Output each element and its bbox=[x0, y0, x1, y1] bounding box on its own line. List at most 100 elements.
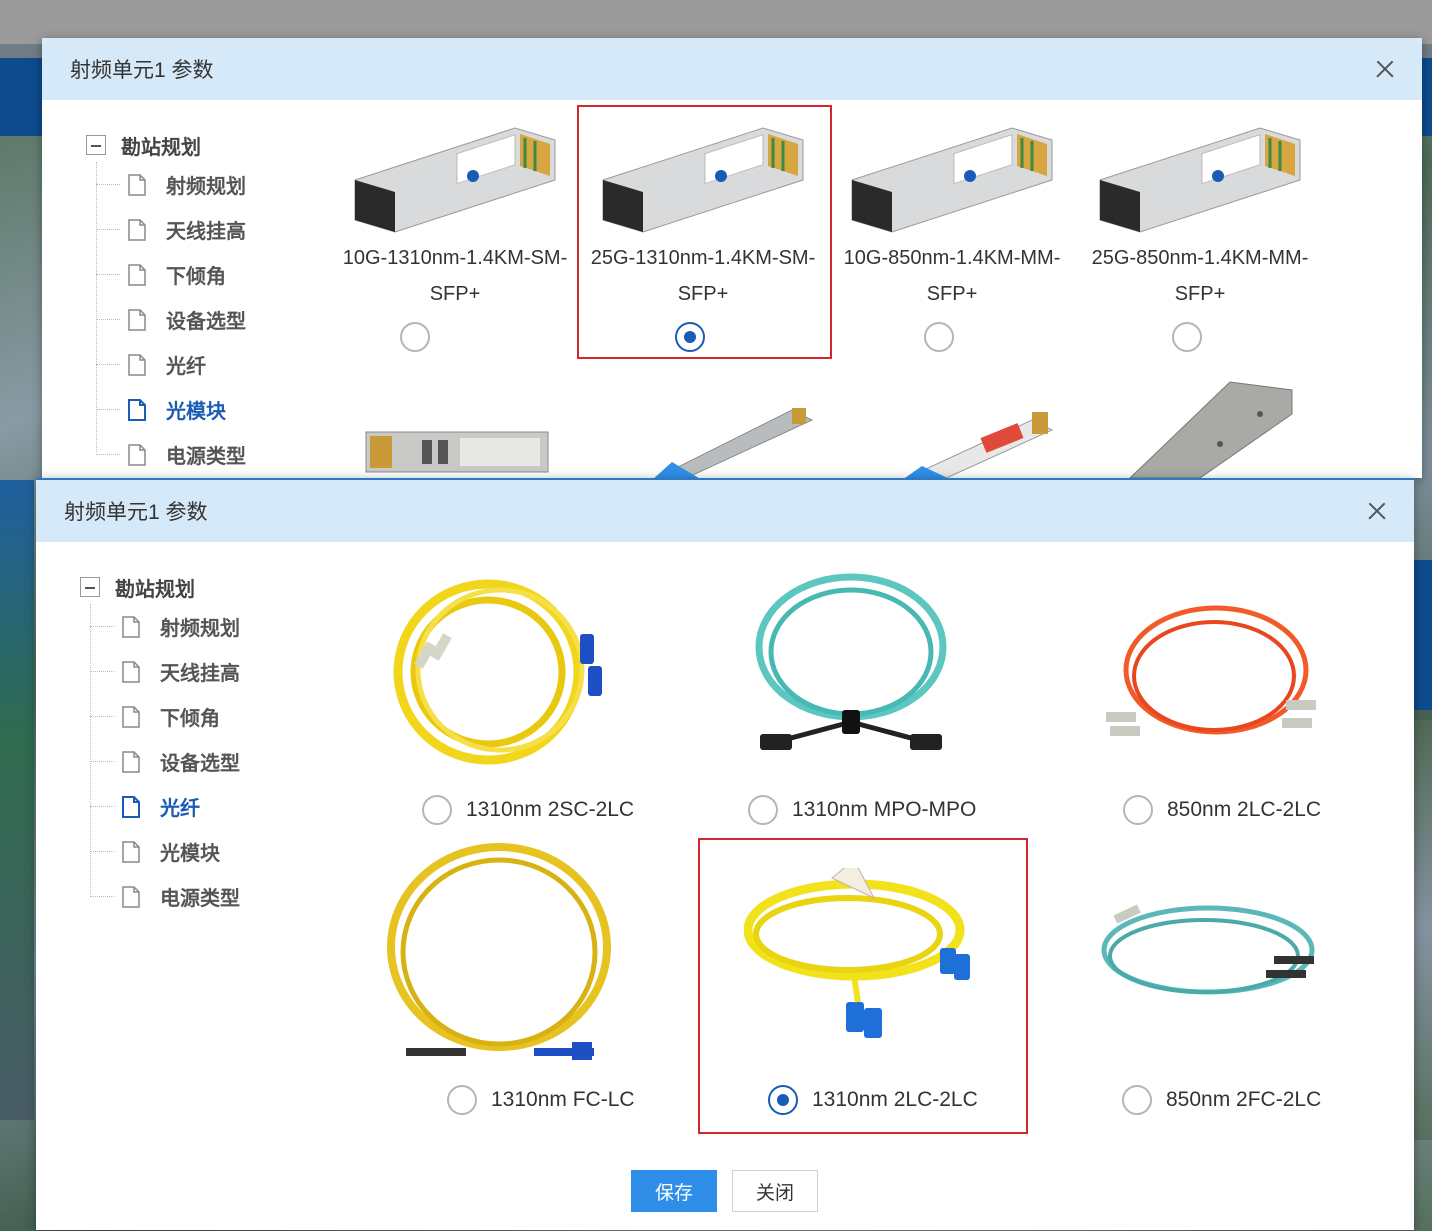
tree-root-label: 勘站规划 bbox=[115, 578, 195, 601]
background-right-band bbox=[1414, 560, 1432, 710]
tree-item-antenna-height[interactable]: 天线挂高 bbox=[90, 649, 320, 694]
tree-item-label: 设备选型 bbox=[160, 753, 240, 775]
tree-item-label: 设备选型 bbox=[166, 311, 246, 333]
tree-item-label: 下倾角 bbox=[166, 266, 226, 288]
fiber-label: 1310nm 2SC-2LC bbox=[466, 798, 635, 821]
fiber-radio[interactable] bbox=[422, 795, 452, 825]
document-icon bbox=[122, 660, 140, 683]
rj45-module-image bbox=[365, 431, 549, 473]
close-icon[interactable] bbox=[1364, 498, 1390, 524]
document-icon bbox=[128, 218, 146, 241]
fiber-sc-lc-image bbox=[393, 579, 602, 765]
tree-item-label: 电源类型 bbox=[160, 888, 240, 910]
document-icon bbox=[122, 705, 140, 728]
tree-children: 射频规划 天线挂高 下倾角 设备选型 光纤 光模块 电源类型 bbox=[96, 162, 326, 477]
module-name-line2: SFP+ bbox=[1174, 283, 1226, 305]
tree-root[interactable]: 勘站规划 bbox=[80, 572, 320, 602]
tree-root[interactable]: 勘站规划 bbox=[86, 130, 326, 160]
module-name-line2: SFP+ bbox=[926, 283, 978, 305]
fiber-fc-lc-aqua-image bbox=[1101, 904, 1315, 995]
fiber-lc-lc-orange-image bbox=[1106, 605, 1316, 736]
tree-item-downtilt[interactable]: 下倾角 bbox=[96, 252, 326, 297]
tree-item-label: 下倾角 bbox=[160, 708, 220, 730]
document-icon bbox=[128, 173, 146, 196]
collapse-icon[interactable] bbox=[80, 577, 100, 597]
fiber-label: 1310nm FC-LC bbox=[491, 1088, 635, 1111]
fiber-option[interactable]: 1310nm MPO-MPO bbox=[748, 795, 976, 825]
params-tree: 勘站规划 射频规划 天线挂高 下倾角 设备选型 光纤 光模块 电源类型 bbox=[80, 572, 320, 919]
document-icon bbox=[122, 615, 140, 638]
tree-item-label: 电源类型 bbox=[166, 446, 246, 468]
tree-item-power-type[interactable]: 电源类型 bbox=[90, 874, 320, 919]
module-name-line2: SFP+ bbox=[429, 283, 481, 305]
document-icon bbox=[122, 840, 140, 863]
tree-item-label: 天线挂高 bbox=[160, 663, 240, 685]
tree-item-equipment[interactable]: 设备选型 bbox=[96, 297, 326, 342]
tree-item-equipment[interactable]: 设备选型 bbox=[90, 739, 320, 784]
module-name-line1: 25G-850nm-1.4KM-MM- bbox=[1091, 247, 1309, 269]
save-button[interactable]: 保存 bbox=[631, 1170, 717, 1212]
tree-item-fiber[interactable]: 光纤 bbox=[96, 342, 326, 387]
tree-item-optical-module[interactable]: 光模块 bbox=[90, 829, 320, 874]
module-option[interactable]: 25G-850nm-1.4KM-MM- SFP+ bbox=[1075, 120, 1325, 352]
close-icon[interactable] bbox=[1372, 56, 1398, 82]
fiber-option[interactable]: 850nm 2LC-2LC bbox=[1123, 795, 1321, 825]
dialog-header: 射频单元1 参数 bbox=[42, 38, 1422, 100]
cfp-module-image bbox=[1129, 381, 1293, 478]
close-button[interactable]: 关闭 bbox=[732, 1170, 818, 1212]
fiber-label: 1310nm MPO-MPO bbox=[792, 798, 977, 821]
module-name-line1: 10G-1310nm-1.4KM-SM- bbox=[342, 247, 568, 269]
fiber-fc-lc-image bbox=[387, 843, 611, 1060]
tree-item-label: 光纤 bbox=[160, 798, 200, 820]
qsfp-module-image bbox=[904, 412, 1054, 478]
sfp-module-image bbox=[354, 127, 556, 233]
document-icon bbox=[128, 353, 146, 376]
document-icon bbox=[128, 443, 146, 466]
tree-item-label: 光纤 bbox=[166, 356, 206, 378]
tree-item-fiber[interactable]: 光纤 bbox=[90, 784, 320, 829]
document-icon bbox=[122, 750, 140, 773]
dialog-title: 射频单元1 参数 bbox=[64, 501, 208, 524]
module-radio[interactable] bbox=[400, 322, 430, 352]
dialog-title: 射频单元1 参数 bbox=[70, 59, 214, 82]
fiber-label: 850nm 2LC-2LC bbox=[1167, 798, 1322, 821]
tree-item-label: 射频规划 bbox=[160, 618, 240, 640]
fiber-radio[interactable] bbox=[1122, 1085, 1152, 1115]
fiber-option[interactable]: 850nm 2FC-2LC bbox=[1122, 1085, 1321, 1115]
tree-item-optical-module[interactable]: 光模块 bbox=[96, 387, 326, 432]
module-option[interactable]: 10G-850nm-1.4KM-MM- SFP+ bbox=[827, 120, 1077, 352]
tree-children: 射频规划 天线挂高 下倾角 设备选型 光纤 光模块 电源类型 bbox=[90, 604, 320, 919]
module-option[interactable]: 10G-1310nm-1.4KM-SM- SFP+ bbox=[330, 120, 580, 352]
background-left-panel bbox=[0, 480, 34, 1120]
params-tree: 勘站规划 射频规划 天线挂高 下倾角 设备选型 光纤 光模块 电源类型 bbox=[86, 130, 326, 477]
fiber-option[interactable]: 1310nm FC-LC bbox=[447, 1085, 635, 1115]
tree-item-label: 光模块 bbox=[166, 401, 226, 423]
fiber-option[interactable]: 1310nm 2SC-2LC bbox=[422, 795, 634, 825]
document-icon bbox=[122, 885, 140, 908]
fiber-mpo-image bbox=[755, 573, 947, 750]
tree-item-power-type[interactable]: 电源类型 bbox=[96, 432, 326, 477]
document-icon bbox=[128, 263, 146, 286]
module-radio[interactable] bbox=[1172, 322, 1202, 352]
tree-item-antenna-height[interactable]: 天线挂高 bbox=[96, 207, 326, 252]
fiber-radio[interactable] bbox=[748, 795, 778, 825]
fiber-radio[interactable] bbox=[1123, 795, 1153, 825]
tree-root-label: 勘站规划 bbox=[121, 136, 201, 159]
tree-item-downtilt[interactable]: 下倾角 bbox=[90, 694, 320, 739]
tree-item-rf-planning[interactable]: 射频规划 bbox=[96, 162, 326, 207]
qsfp-module-image bbox=[654, 408, 814, 478]
module-params-dialog: 射频单元1 参数 勘站规划 射频规划 天线挂高 下倾角 设备选型 光纤 光模块 … bbox=[42, 38, 1422, 478]
collapse-icon[interactable] bbox=[86, 135, 106, 155]
document-icon bbox=[128, 308, 146, 331]
module-name-line1: 10G-850nm-1.4KM-MM- bbox=[843, 247, 1061, 269]
selection-highlight bbox=[698, 838, 1028, 1134]
tree-item-label: 射频规划 bbox=[166, 176, 246, 198]
selection-highlight bbox=[577, 105, 832, 359]
fiber-radio[interactable] bbox=[447, 1085, 477, 1115]
module-radio[interactable] bbox=[924, 322, 954, 352]
tree-item-rf-planning[interactable]: 射频规划 bbox=[90, 604, 320, 649]
document-icon bbox=[122, 795, 140, 818]
fiber-label: 850nm 2FC-2LC bbox=[1166, 1088, 1322, 1111]
background-right-photo bbox=[1414, 720, 1432, 1140]
sfp-module-image bbox=[851, 127, 1053, 233]
